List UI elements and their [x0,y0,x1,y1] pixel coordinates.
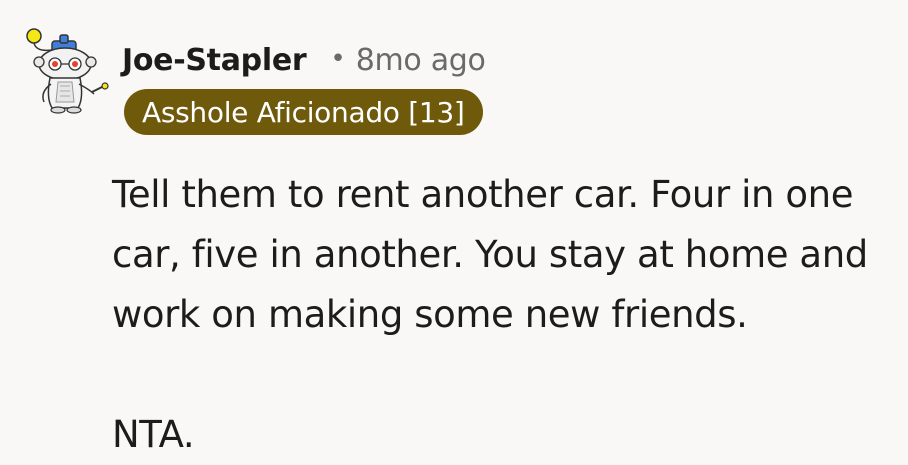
comment-body: Tell them to rent another car. Four in o… [112,165,892,465]
comment-header: Joe-Stapler • 8mo ago [122,38,486,82]
username-link[interactable]: Joe-Stapler [122,43,307,78]
comment-paragraph: NTA. [112,413,195,456]
comment: Joe-Stapler • 8mo ago Asshole Aficionado… [0,0,908,456]
user-flair-badge: Asshole Aficionado [13] [124,89,483,135]
meta-separator: • [330,44,346,74]
comment-paragraph: Tell them to rent another car. Four in o… [112,173,868,336]
comment-timestamp[interactable]: 8mo ago [356,43,486,78]
snoo-avatar-icon[interactable] [22,24,112,116]
